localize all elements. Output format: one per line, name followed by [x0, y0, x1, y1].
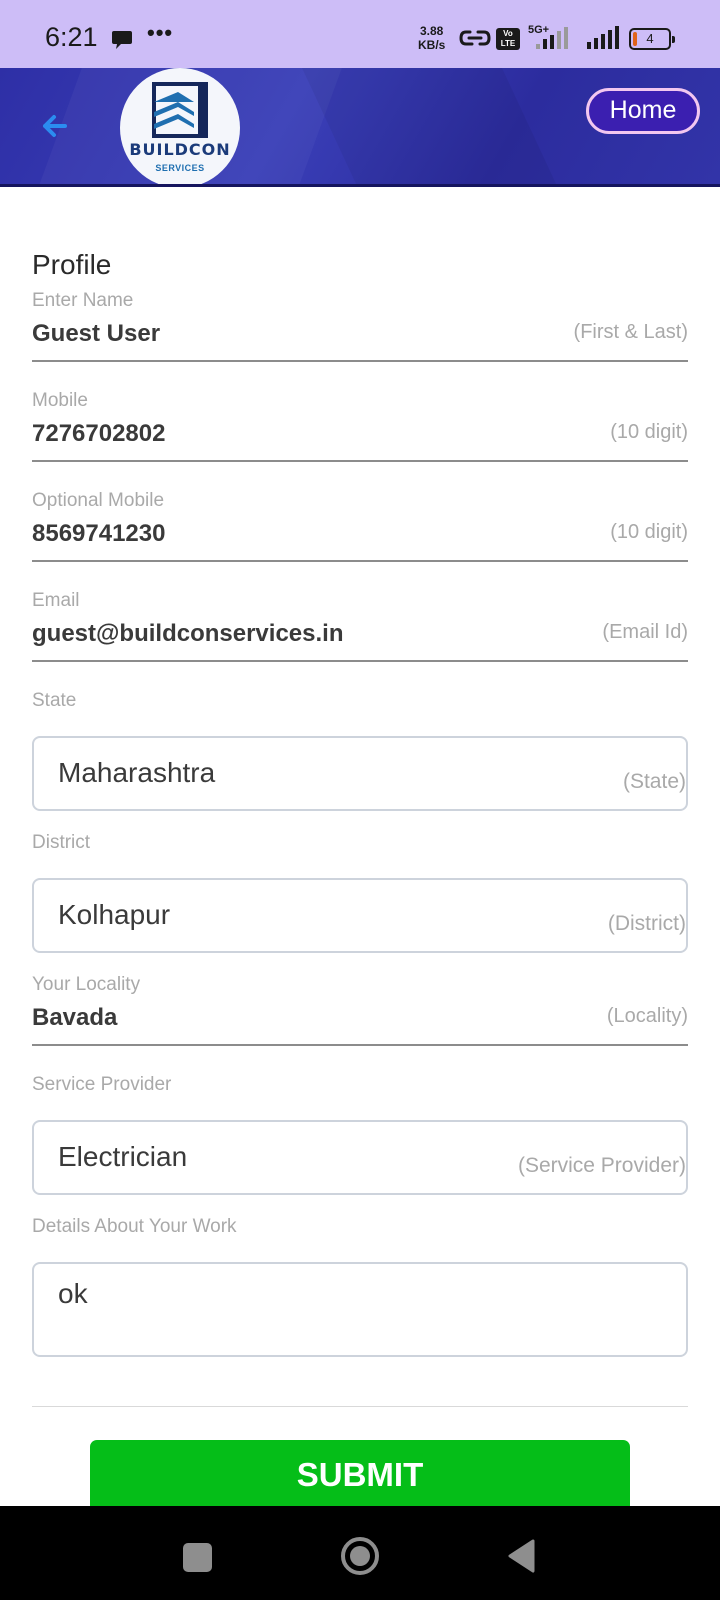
volte-top-label: Vo: [503, 29, 513, 38]
details-label: Details About Your Work: [32, 1216, 237, 1237]
logo-name: BUILDCON: [129, 140, 231, 159]
name-hint: (First & Last): [573, 321, 688, 343]
locality-label: Your Locality: [32, 974, 141, 995]
state-value: Maharashtra: [58, 757, 216, 788]
optional-mobile-field[interactable]: 8569741230: [32, 520, 165, 548]
back-triangle-icon[interactable]: [506, 1538, 536, 1574]
battery-fill: [633, 32, 637, 46]
email-label: Email: [32, 590, 80, 611]
volte-icon: Vo LTE: [496, 28, 520, 50]
optional-mobile-hint: (10 digit): [610, 521, 688, 543]
arrow-left-icon[interactable]: [35, 106, 75, 146]
status-bar: 6:21 ••• 3.88 KB/s Vo LTE 5G+ 4: [0, 0, 720, 68]
status-time: 6:21: [45, 22, 98, 52]
buildcon-logo: BUILDCON SERVICES: [120, 68, 240, 184]
app-header: BUILDCON SERVICES Home: [0, 68, 720, 187]
service-provider-select[interactable]: Electrician (Service Provider): [32, 1120, 688, 1195]
divider: [32, 1406, 688, 1407]
battery-level: 4: [646, 31, 654, 46]
details-textarea[interactable]: ok: [32, 1262, 688, 1357]
state-hint: (State): [622, 770, 686, 793]
name-field[interactable]: Guest User: [32, 320, 160, 348]
optional-mobile-underline: [32, 560, 688, 562]
service-provider-value: Electrician: [58, 1141, 188, 1172]
signal-icon: [536, 27, 568, 49]
submit-button[interactable]: SUBMIT: [90, 1440, 630, 1516]
signal-icon: [587, 26, 619, 49]
locality-field[interactable]: Bavada: [32, 1004, 117, 1032]
home-button[interactable]: Home: [586, 88, 700, 134]
service-provider-hint: (Service Provider): [517, 1154, 686, 1177]
volte-bottom-label: LTE: [500, 39, 516, 48]
email-underline: [32, 660, 688, 662]
network-speed: 3.88 KB/s: [418, 24, 445, 52]
page-title: Profile: [32, 249, 112, 280]
mobile-underline: [32, 460, 688, 462]
name-label: Enter Name: [32, 290, 134, 311]
district-label: District: [32, 832, 91, 853]
recents-square-icon[interactable]: [183, 1543, 212, 1572]
more-dots-icon: •••: [147, 20, 174, 45]
district-hint: (District): [607, 912, 686, 935]
district-value: Kolhapur: [58, 899, 171, 930]
service-provider-label: Service Provider: [32, 1074, 172, 1095]
optional-mobile-label: Optional Mobile: [32, 490, 165, 511]
building-logo-icon: [152, 82, 208, 138]
name-underline: [32, 360, 688, 362]
header-decoration: [283, 68, 577, 184]
mobile-field[interactable]: 7276702802: [32, 420, 165, 448]
mobile-hint: (10 digit): [610, 421, 688, 443]
locality-underline: [32, 1044, 688, 1046]
system-nav-bar: [0, 1506, 720, 1600]
details-value: ok: [58, 1278, 88, 1309]
logo-subtitle: SERVICES: [155, 163, 205, 173]
locality-hint: (Locality): [606, 1005, 688, 1027]
state-select[interactable]: Maharashtra (State): [32, 736, 688, 811]
email-hint: (Email Id): [602, 621, 688, 643]
mobile-label: Mobile: [32, 390, 88, 411]
district-select[interactable]: Kolhapur (District): [32, 878, 688, 953]
email-field[interactable]: guest@buildconservices.in: [32, 620, 343, 648]
net-speed-value: 3.88: [419, 24, 444, 38]
state-label: State: [32, 690, 77, 711]
battery-icon: 4: [629, 28, 675, 50]
hotspot-link-icon: [459, 30, 491, 46]
net-speed-unit: KB/s: [418, 38, 446, 52]
chat-bubble-icon: [112, 31, 132, 49]
home-circle-icon[interactable]: [340, 1536, 380, 1576]
